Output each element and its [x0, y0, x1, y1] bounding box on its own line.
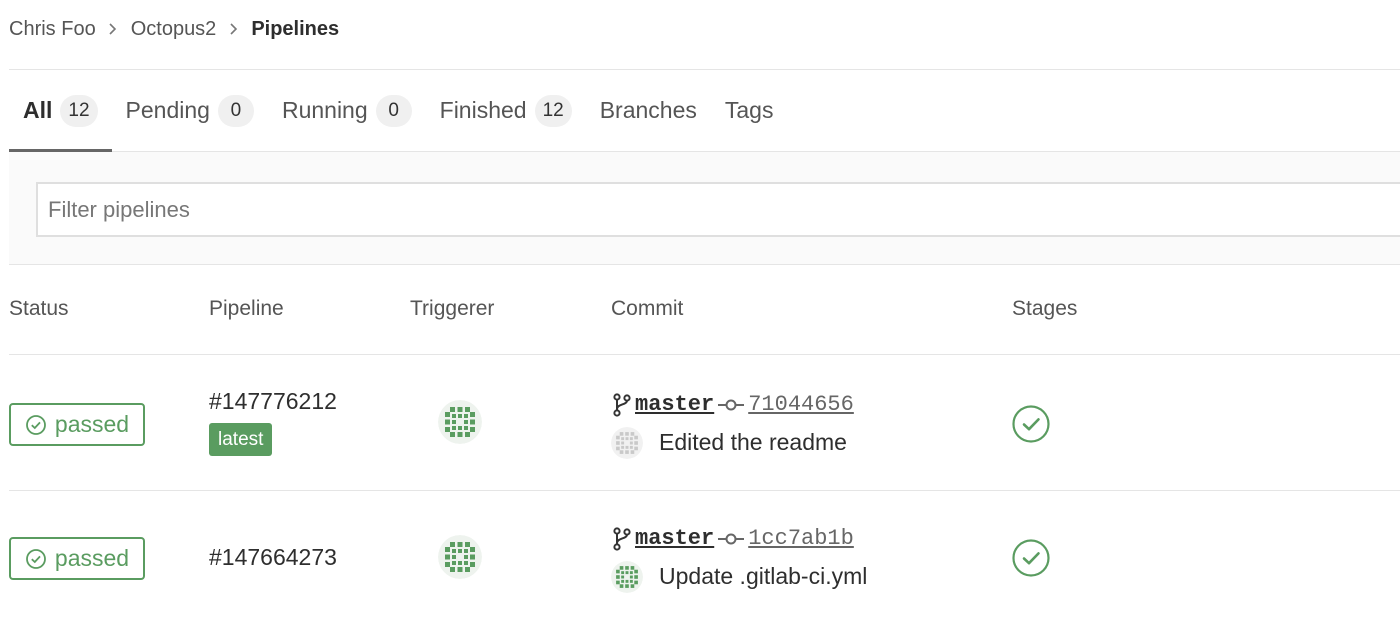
commit-sha-link[interactable]: 1cc7ab1b: [748, 526, 854, 551]
table-divider: [9, 490, 1400, 491]
filter-pipelines-input[interactable]: [36, 182, 1400, 237]
triggerer-avatar[interactable]: [438, 400, 482, 444]
commit-author-avatar[interactable]: [611, 561, 643, 593]
status-label: passed: [54, 545, 130, 571]
tab-count-badge: 0: [217, 94, 254, 127]
pipeline-id-link[interactable]: #147664273: [209, 544, 337, 571]
scope-tabs: All 12 Pending 0 Running 0 Finished 12 B…: [9, 70, 1400, 152]
column-header-commit: Commit: [611, 297, 684, 320]
pipeline-id-link[interactable]: #147776212: [209, 388, 337, 415]
check-circle-icon: [26, 548, 46, 569]
tab-count-badge: 0: [375, 94, 412, 127]
identicon-avatar: [438, 535, 482, 579]
column-header-stages: Stages: [1012, 297, 1078, 320]
branch-link[interactable]: master: [635, 526, 714, 551]
git-branch-icon: [613, 526, 631, 551]
tab-label: All: [23, 97, 53, 123]
chevron-right-icon: [96, 23, 131, 35]
triggerer-avatar[interactable]: [438, 535, 482, 579]
status-badge[interactable]: passed: [9, 537, 145, 580]
breadcrumb-item-project[interactable]: Octopus2: [131, 18, 217, 41]
tab-label: Pending: [125, 97, 210, 123]
check-circle-icon: [26, 414, 46, 435]
tab-finished[interactable]: Finished 12: [426, 70, 586, 151]
identicon-avatar: [611, 427, 643, 459]
commit-title-link[interactable]: Edited the readme: [659, 429, 847, 456]
commit-sha-link[interactable]: 71044656: [748, 392, 854, 417]
tab-label: Tags: [724, 97, 774, 123]
identicon-avatar: [438, 400, 482, 444]
tab-branches[interactable]: Branches: [586, 70, 711, 151]
branch-link[interactable]: master: [635, 392, 714, 417]
tab-all[interactable]: All 12: [9, 70, 112, 152]
tab-label: Branches: [599, 97, 697, 123]
tab-label: Finished: [439, 97, 527, 123]
stage-success-icon[interactable]: [1011, 404, 1051, 444]
tab-count-badge: 12: [60, 94, 98, 127]
column-header-status: Status: [9, 297, 69, 320]
commit-title-link[interactable]: Update .gitlab-ci.yml: [659, 563, 867, 590]
git-commit-icon: [718, 399, 745, 410]
column-header-pipeline: Pipeline: [209, 297, 284, 320]
status-badge[interactable]: passed: [9, 403, 145, 446]
tab-label: Running: [281, 97, 368, 123]
commit-ref: master 1cc7ab1b: [611, 526, 854, 551]
identicon-avatar: [611, 561, 643, 593]
commit-author-avatar[interactable]: [611, 427, 643, 459]
tab-count-badge: 12: [534, 94, 572, 127]
git-commit-icon: [718, 533, 745, 544]
stage-success-icon[interactable]: [1011, 538, 1051, 578]
column-header-triggerer: Triggerer: [410, 297, 495, 320]
git-branch-icon: [613, 392, 631, 417]
breadcrumb: Chris Foo Octopus2 Pipelines: [9, 14, 339, 44]
filter-bar: [9, 152, 1400, 265]
tab-pending[interactable]: Pending 0: [112, 70, 268, 151]
breadcrumb-current: Pipelines: [251, 17, 340, 40]
table-divider: [9, 354, 1400, 355]
breadcrumb-item-user[interactable]: Chris Foo: [9, 18, 96, 41]
chevron-right-icon: [216, 23, 251, 35]
status-label: passed: [54, 411, 130, 437]
tab-running[interactable]: Running 0: [268, 70, 426, 151]
commit-ref: master 71044656: [611, 392, 854, 417]
latest-badge: latest: [209, 423, 273, 456]
tab-tags[interactable]: Tags: [711, 70, 788, 151]
